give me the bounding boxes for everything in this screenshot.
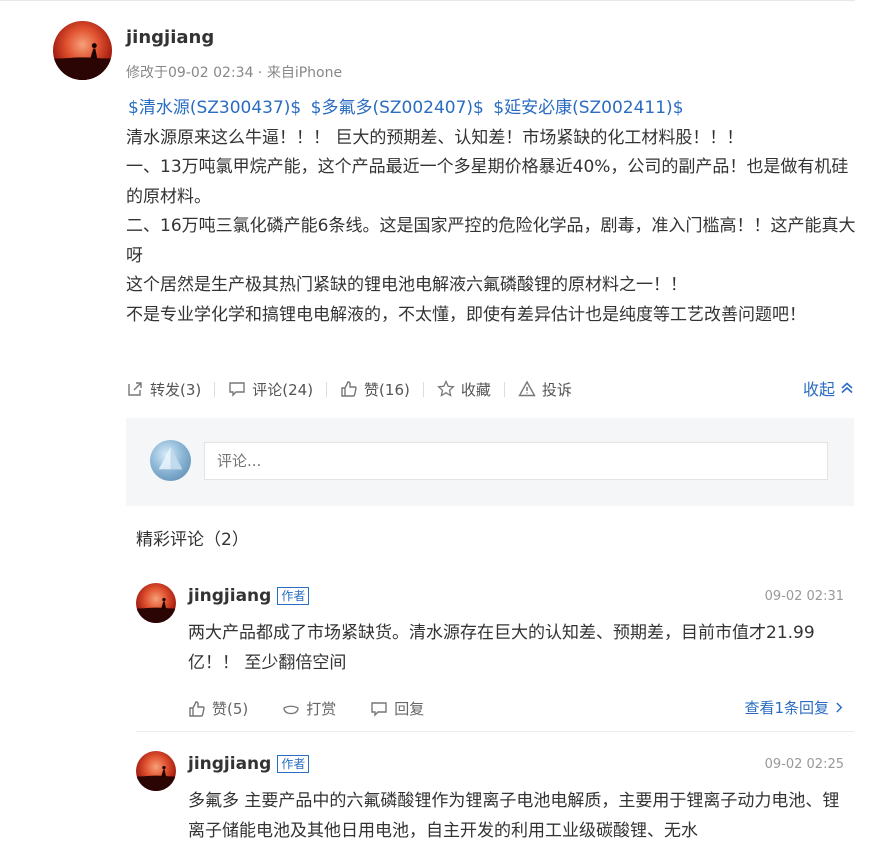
repost-button[interactable]: 转发(3) <box>126 379 201 400</box>
warning-icon <box>518 380 536 397</box>
chevron-right-icon <box>836 702 843 713</box>
report-label: 投诉 <box>541 380 572 399</box>
post-actions: 转发(3) 评论(24) 赞(16) 收藏 投诉 收起 <box>126 376 854 402</box>
sunset-figure-icon <box>53 43 112 80</box>
thumbs-up-icon <box>189 700 205 717</box>
post-body: $清水源(SZ300437)$ $多氟多(SZ002407)$ $延安必康(SZ… <box>126 94 856 330</box>
comment-author: jingjiang 作者 <box>188 586 310 606</box>
author-avatar[interactable] <box>53 21 112 80</box>
comment-time: 09-02 02:31 <box>764 589 844 604</box>
author-badge: 作者 <box>277 755 310 773</box>
commenter-avatar[interactable] <box>136 751 176 791</box>
top-divider <box>0 0 855 1</box>
post-author-name[interactable]: jingjiang <box>126 27 214 48</box>
post-line: 二、16万吨三氯化磷产能6条线。这是国家严控的危险化学品，剧毒，准入门槛高！！这… <box>126 216 856 266</box>
report-button[interactable]: 投诉 <box>518 379 572 400</box>
view-replies-label: 查看1条回复 <box>744 699 829 717</box>
thumbs-up-icon <box>341 381 357 397</box>
comment-like-label: 赞(5) <box>212 700 249 718</box>
comment-author: jingjiang 作者 <box>188 754 310 774</box>
comment-author-name[interactable]: jingjiang <box>188 586 271 606</box>
reward-label: 打赏 <box>306 700 337 718</box>
post-line: 一、13万吨氯甲烷产能，这个产品最近一个多星期价格暴近40%，公司的副产品！也是… <box>126 157 849 207</box>
comment-divider <box>136 731 854 732</box>
post-line: 不是专业学化学和搞锂电电解液的，不太懂，即使有差异估计也是纯度等工艺改善问题吧！ <box>126 304 806 325</box>
commenter-avatar[interactable] <box>136 583 176 623</box>
featured-comments-title: 精彩评论（2） <box>136 530 249 550</box>
post-meta: 修改于09-02 02:34 · 来自iPhone <box>126 65 343 81</box>
stock-tag-yananbikang[interactable]: $延安必康(SZ002411)$ <box>493 98 683 118</box>
view-replies-link[interactable]: 查看1条回复 <box>744 697 844 718</box>
like-label: 赞(16) <box>364 380 410 399</box>
sunset-figure-icon <box>136 598 176 623</box>
comment-label: 评论(24) <box>252 380 314 399</box>
post-line: 清水源原来这么牛逼！！！ 巨大的预期差、认知差！市场紧缺的化工材料股！！！ <box>126 127 744 148</box>
collapse-label: 收起 <box>802 380 835 399</box>
comment-composer <box>126 418 854 506</box>
comment-icon <box>371 701 387 717</box>
author-badge: 作者 <box>277 587 310 605</box>
comment-button[interactable]: 评论(24) <box>228 379 313 400</box>
favorite-label: 收藏 <box>460 380 491 399</box>
sunset-figure-icon <box>136 766 176 791</box>
comment-author-name[interactable]: jingjiang <box>188 754 271 774</box>
chevron-up-icon <box>841 382 853 394</box>
comment-time: 09-02 02:25 <box>764 757 844 772</box>
default-avatar-icon <box>158 446 183 470</box>
stock-tag-qingshuiyuan[interactable]: $清水源(SZ300437)$ <box>128 98 301 118</box>
comment-item: jingjiang 作者 09-02 02:31 两大产品都成了市场紧缺货。清水… <box>136 583 844 723</box>
repost-label: 转发(3) <box>150 380 202 399</box>
comment-icon <box>229 382 245 397</box>
reply-label: 回复 <box>394 700 425 718</box>
favorite-button[interactable]: 收藏 <box>436 379 491 400</box>
comment-input[interactable] <box>204 442 828 480</box>
comment-like-button[interactable]: 赞(5) <box>188 698 248 719</box>
comment-text: 多氟多 主要产品中的六氟磷酸锂作为锂离子电池电解质，主要用于锂离子动力电池、锂离… <box>188 791 840 841</box>
post-line: 这个居然是生产极其热门紧缺的锂电池电解液六氟磷酸锂的原材料之一！！ <box>126 275 687 295</box>
reply-button[interactable]: 回复 <box>370 698 424 719</box>
comment-item: jingjiang 作者 09-02 02:25 多氟多 主要产品中的六氟磷酸锂… <box>136 751 844 844</box>
collapse-button[interactable]: 收起 <box>803 376 854 400</box>
my-avatar <box>150 440 191 481</box>
share-icon <box>128 382 142 396</box>
comment-text: 两大产品都成了市场紧缺货。清水源存在巨大的认知差、预期差，目前市值才21.99亿… <box>188 623 815 673</box>
like-button[interactable]: 赞(16) <box>340 379 410 400</box>
star-icon <box>436 380 455 397</box>
comment-actions: 赞(5) 打赏 回复 <box>188 698 458 719</box>
stock-tags: $清水源(SZ300437)$ $多氟多(SZ002407)$ $延安必康(SZ… <box>126 94 856 124</box>
stock-tag-duofuduo[interactable]: $多氟多(SZ002407)$ <box>311 98 484 118</box>
reward-button[interactable]: 打赏 <box>282 698 336 719</box>
reward-icon <box>283 705 300 714</box>
